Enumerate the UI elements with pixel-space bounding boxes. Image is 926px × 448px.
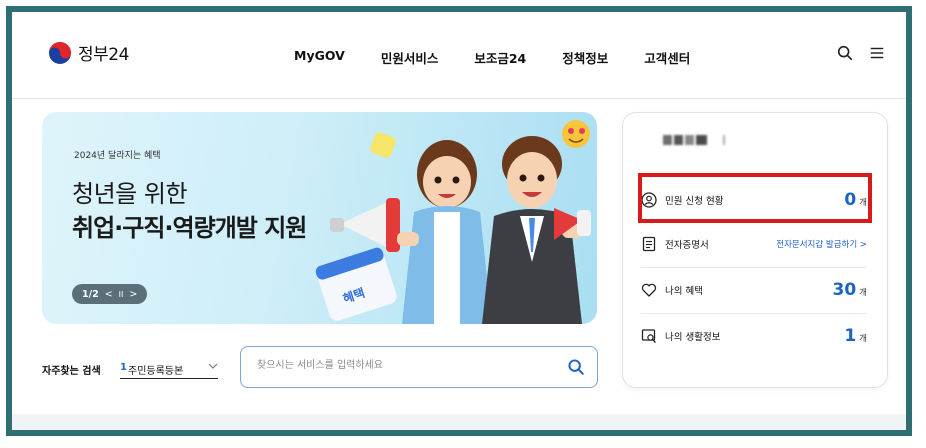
taegeuk-logo-icon [49,41,71,64]
frequent-search-select[interactable]: 1 주민등록등본 [120,356,218,379]
screenshot-frame: 정부24 MyGOV 민원서비스 보조금24 정책정보 고객센터 2024년 달… [6,6,912,436]
frequent-term: 주민등록등본 [128,366,184,377]
service-search-box [240,346,598,388]
main-nav: MyGOV 민원서비스 보조금24 정책정보 고객센터 [294,48,726,67]
search-icon[interactable] [836,44,854,62]
unit-label: 개 [859,288,867,298]
row-label: 전자증명서 [665,240,709,251]
search-document-icon [641,329,656,343]
frequent-search-label: 자주찾는 검색 [42,366,101,377]
row-my-benefits[interactable]: 나의 혜택 30 개 [641,271,867,309]
nav-mygov[interactable]: MyGOV [294,48,345,67]
nav-subsidy24[interactable]: 보조금24 [474,48,526,67]
hamburger-menu-icon[interactable] [868,44,886,62]
banner-illustration: 혜택 [315,120,591,324]
row-label: 나의 혜택 [665,286,703,297]
highlight-annotation-box [638,173,872,223]
promo-banner[interactable]: 2024년 달라지는 혜택 청년을 위한 취업·구직·역량개발 지원 1/2 <… [42,112,597,324]
nav-customer-center[interactable]: 고객센터 [644,48,690,67]
service-search-input[interactable] [255,359,559,372]
life-info-count: 1 [844,326,857,346]
site-header: 정부24 MyGOV 민원서비스 보조금24 정책정보 고객센터 [12,12,906,99]
benefits-count: 30 [832,280,857,300]
user-name-redacted [663,133,727,147]
chevron-down-icon [208,363,218,369]
heart-icon [641,283,657,297]
nav-policy-info[interactable]: 정책정보 [562,48,608,67]
row-label: 나의 생활정보 [665,332,721,343]
site-logo[interactable]: 정부24 [48,40,129,65]
my-summary-panel: 민원 신청 현황 0 개 전자증명서 전자문서지갑 발급하기 > 나의 혜택 3… [622,112,888,388]
logo-text: 정부24 [78,45,129,65]
footer-strip [12,414,906,430]
search-row: 자주찾는 검색 1 주민등록등본 [42,346,602,392]
issue-wallet-link[interactable]: 전자문서지갑 발급하기 > [776,238,867,250]
frequent-rank: 1 [120,362,127,373]
row-e-certificate[interactable]: 전자증명서 전자문서지갑 발급하기 > [641,225,867,263]
search-submit-icon[interactable] [567,358,585,376]
row-life-info[interactable]: 나의 생활정보 1 개 [641,317,867,355]
divider [641,267,867,268]
unit-label: 개 [859,334,867,344]
header-actions [836,44,886,62]
nav-civil-service[interactable]: 민원서비스 [381,48,439,67]
divider [641,313,867,314]
document-icon [642,236,656,252]
